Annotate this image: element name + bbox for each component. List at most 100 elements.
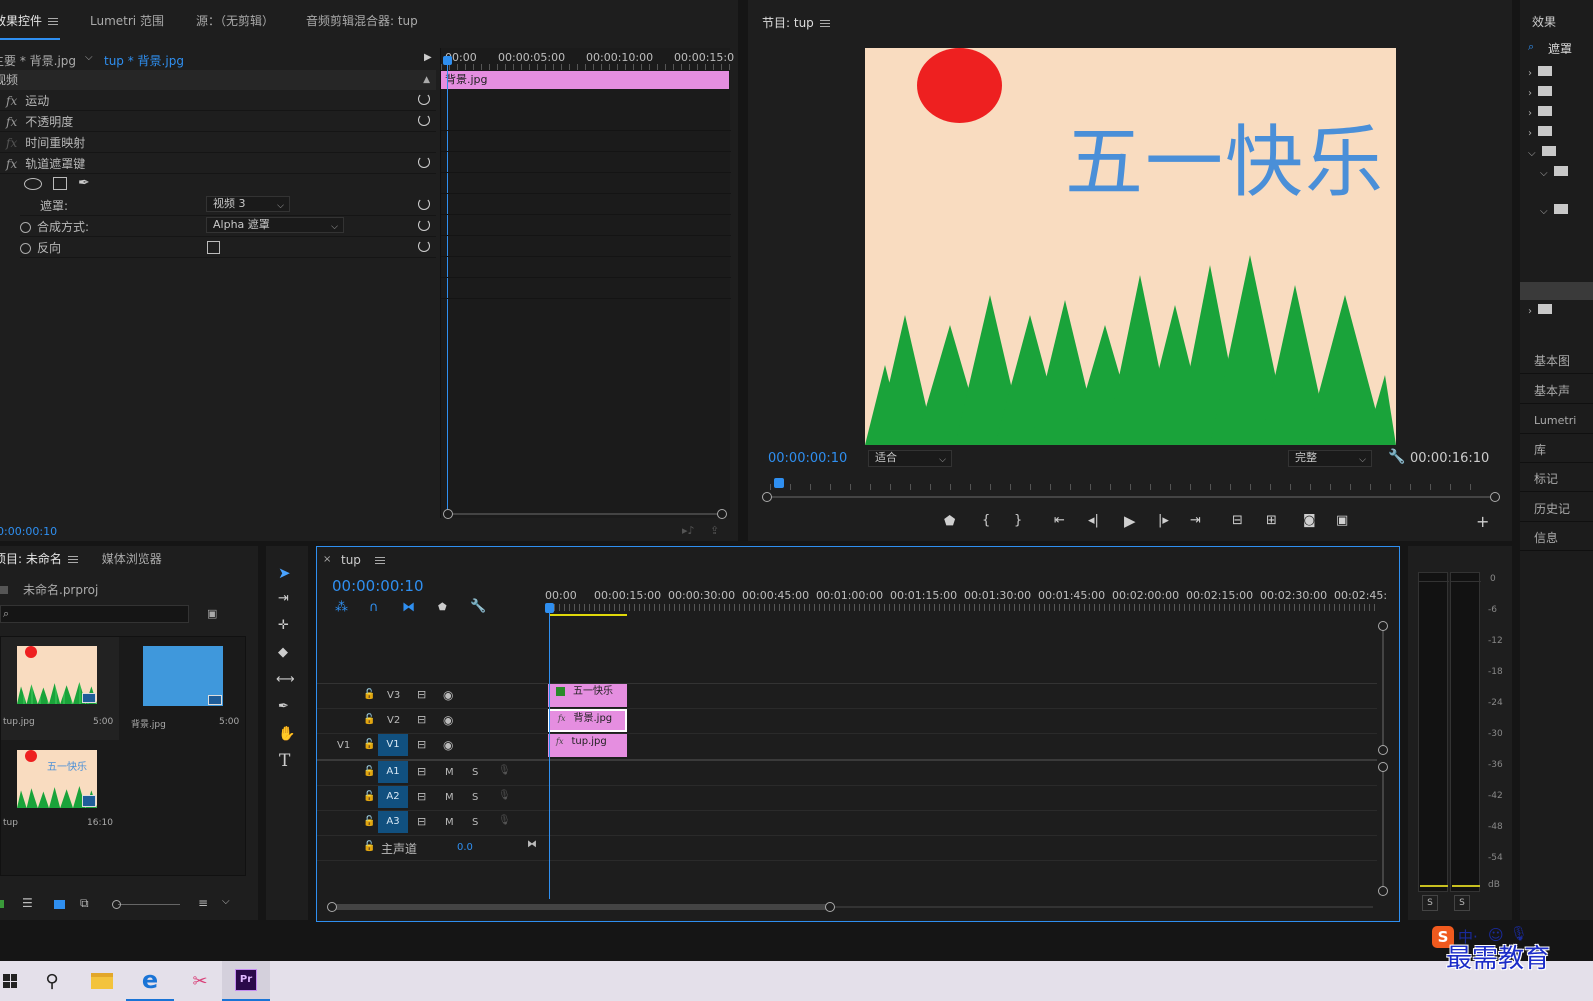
track-target-a2[interactable]: A2 xyxy=(378,786,408,808)
stopwatch-icon[interactable] xyxy=(20,222,31,233)
program-timecode[interactable]: 00:00:00:10 xyxy=(768,451,847,466)
panel-info[interactable]: 信息 xyxy=(1520,525,1593,551)
solo-left-button[interactable]: S xyxy=(1422,895,1438,911)
lift-icon[interactable]: ⊟ xyxy=(1232,513,1243,528)
lock-icon[interactable]: 🔓 xyxy=(363,816,375,827)
edge-icon[interactable]: e xyxy=(126,961,174,1001)
ec-playhead-handle[interactable] xyxy=(443,56,452,65)
sync-lock-icon[interactable]: ⊟ xyxy=(417,688,426,701)
search-icon[interactable]: ⚲ xyxy=(28,961,76,1001)
project-item-tup-jpg[interactable]: tup.jpg 5:00 xyxy=(1,637,119,740)
program-scrubber[interactable] xyxy=(762,476,1500,506)
selected-effect[interactable] xyxy=(1520,282,1593,300)
effects-search-icon[interactable]: ⌕ xyxy=(1528,40,1534,54)
tab-media-browser[interactable]: 媒体浏览器 xyxy=(102,552,162,566)
solo-right-button[interactable]: S xyxy=(1454,895,1470,911)
effects-search-input[interactable]: 遮罩 xyxy=(1548,40,1572,57)
ellipse-mask-icon[interactable] xyxy=(24,178,42,190)
track-header-a2[interactable]: 🔓 A2 ⊟ M S 🎙 xyxy=(317,786,547,810)
new-bin-icon[interactable]: ▣ xyxy=(207,607,217,620)
clip-selector-chevron-icon[interactable]: ⌵ xyxy=(85,52,93,63)
track-header-a1[interactable]: 🔓 A1 ⊟ M S 🎙 xyxy=(317,761,547,785)
solo-button[interactable]: S xyxy=(472,767,478,778)
fx-icon[interactable]: fx xyxy=(6,115,17,129)
mute-button[interactable]: M xyxy=(445,792,454,803)
ec-clip-bar[interactable]: 背景.jpg xyxy=(441,71,729,89)
timeline-playhead[interactable] xyxy=(549,605,550,899)
matte-dropdown[interactable]: 视频 3 ⌵ xyxy=(206,196,290,212)
sequence-tab[interactable]: tup xyxy=(341,553,385,567)
project-search-input[interactable]: ⌕ xyxy=(0,605,189,623)
composite-dropdown[interactable]: Alpha 遮罩 ⌵ xyxy=(206,217,344,233)
track-header-a3[interactable]: 🔓 A3 ⊟ M S 🎙 xyxy=(317,811,547,835)
premiere-pro-icon[interactable]: Pr xyxy=(222,961,270,1001)
comparison-view-icon[interactable]: ▣ xyxy=(1336,513,1348,528)
lock-icon[interactable]: 🔓 xyxy=(363,714,375,725)
folder-item[interactable]: › xyxy=(1528,106,1553,119)
ec-timeline[interactable]: 00:00 00:00:05:00 00:00:10:00 00:00:15:0… xyxy=(440,48,734,519)
folder-item[interactable]: › xyxy=(1528,304,1553,317)
quality-dropdown[interactable]: 完整 ⌵ xyxy=(1288,450,1372,467)
zoom-slider-handle[interactable] xyxy=(112,900,121,909)
sync-lock-icon[interactable]: ⊟ xyxy=(417,765,426,778)
go-to-end-icon[interactable]: ⧓ xyxy=(527,839,537,850)
scroll-handle-bottom[interactable] xyxy=(1378,745,1388,755)
solo-button[interactable]: S xyxy=(472,817,478,828)
lock-icon[interactable]: 🔓 xyxy=(363,739,375,750)
lock-toggle-icon[interactable] xyxy=(0,900,4,908)
scroll-handle-left[interactable] xyxy=(762,492,772,502)
snipping-tool-icon[interactable]: ✂ xyxy=(176,961,224,1001)
track-target-a3[interactable]: A3 xyxy=(378,811,408,833)
mute-button[interactable]: M xyxy=(445,817,454,828)
pen-mask-icon[interactable]: ✒ xyxy=(78,175,90,191)
folder-item[interactable]: ⌵ xyxy=(1540,204,1568,217)
solo-button[interactable]: S xyxy=(472,792,478,803)
scroll-handle-bottom[interactable] xyxy=(1378,886,1388,896)
add-marker-icon[interactable]: ⬟ xyxy=(438,602,447,613)
reset-icon[interactable] xyxy=(418,198,430,210)
selection-tool-icon[interactable]: ➤ xyxy=(278,564,291,582)
snap-icon[interactable]: ∩ xyxy=(369,600,379,615)
scroll-handle-top[interactable] xyxy=(1378,621,1388,631)
fx-icon[interactable]: fx xyxy=(6,94,17,108)
clip-v1[interactable]: fx tup.jpg xyxy=(548,734,627,757)
icon-view-icon[interactable] xyxy=(54,900,65,909)
mark-in-icon[interactable]: { xyxy=(982,513,990,528)
export-frame-icon[interactable]: ◙ xyxy=(1303,513,1316,528)
video-vscroll[interactable] xyxy=(1378,621,1388,755)
collapse-icon[interactable]: ▲ xyxy=(423,70,430,90)
scroll-handle-top[interactable] xyxy=(1378,762,1388,772)
program-frame[interactable]: 五一快乐 xyxy=(865,48,1396,445)
eye-icon[interactable]: ◉ xyxy=(443,688,453,702)
tab-source[interactable]: 源：（无剪辑） xyxy=(196,12,274,29)
panel-libraries[interactable]: 库 xyxy=(1520,437,1593,463)
panel-essential-sound[interactable]: 基本声 xyxy=(1520,378,1593,404)
step-back-icon[interactable]: ◂| xyxy=(1088,513,1099,528)
panel-markers[interactable]: 标记 xyxy=(1520,466,1593,492)
play-icon[interactable]: ▶ xyxy=(1124,512,1136,530)
sort-icon[interactable]: ≡ xyxy=(198,896,208,910)
sync-lock-icon[interactable]: ⊟ xyxy=(417,790,426,803)
tab-effect-controls[interactable]: 效果控件 xyxy=(0,12,59,29)
lock-icon[interactable]: 🔓 xyxy=(363,766,375,777)
menu-icon[interactable] xyxy=(819,18,830,29)
folder-item[interactable]: › xyxy=(1528,66,1553,79)
pen-tool-icon[interactable]: ✒ xyxy=(278,699,289,714)
hand-tool-icon[interactable]: ✋ xyxy=(278,726,295,742)
menu-icon[interactable] xyxy=(374,555,385,566)
hscroll-thumb[interactable] xyxy=(333,904,831,910)
fit-dropdown[interactable]: 适合 ⌵ xyxy=(868,450,952,467)
add-button-icon[interactable]: + xyxy=(1476,512,1489,531)
audio-vscroll[interactable] xyxy=(1378,762,1388,896)
mic-icon[interactable]: 🎙 xyxy=(498,790,511,801)
reset-icon[interactable] xyxy=(418,240,430,252)
reset-icon[interactable] xyxy=(418,93,430,105)
tab-audio-clip-mixer[interactable]: 音频剪辑混合器: tup xyxy=(306,12,418,29)
lock-icon[interactable]: 🔓 xyxy=(363,689,375,700)
panel-lumetri[interactable]: Lumetri xyxy=(1520,408,1593,434)
source-patch-v1[interactable]: V1 xyxy=(337,740,350,751)
timeline-ruler[interactable]: 00:00 00:00:15:00 00:00:30:00 00:00:45:0… xyxy=(545,587,1387,617)
effect-motion[interactable]: fx 运动 xyxy=(0,91,436,111)
ec-scrollbar[interactable] xyxy=(443,509,727,519)
add-marker-icon[interactable]: ⬟ xyxy=(944,514,955,529)
